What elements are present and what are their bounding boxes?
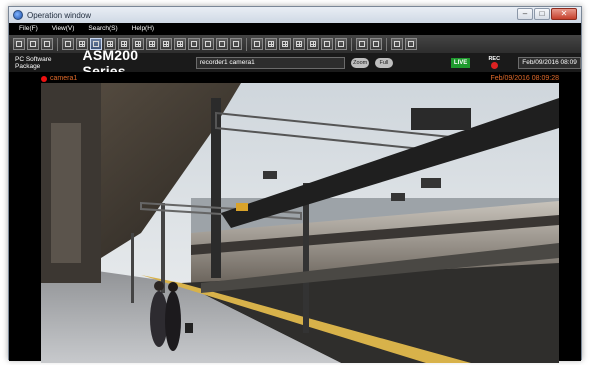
group-3-button[interactable] <box>293 38 305 50</box>
view-8-button[interactable] <box>188 38 200 50</box>
camera-feed[interactable] <box>41 83 559 363</box>
group-5-button[interactable] <box>321 38 333 50</box>
view-11-button[interactable] <box>230 38 242 50</box>
window-title: Operation window <box>27 10 92 20</box>
menu-file[interactable]: File(F) <box>19 25 38 32</box>
full-pill-button[interactable]: Full <box>375 57 393 68</box>
toolbar-separator <box>351 37 352 51</box>
rec-dot-icon <box>490 62 498 69</box>
title-bar: Operation window – □ ✕ <box>9 7 581 23</box>
alarm-button[interactable] <box>405 38 417 50</box>
view-10-button[interactable] <box>216 38 228 50</box>
menu-view[interactable]: View(V) <box>52 25 75 32</box>
menu-help[interactable]: Help(H) <box>132 25 154 32</box>
live-indicator: LIVE <box>450 57 471 68</box>
camera-timestamp: Feb/09/2016 08:09:28 <box>490 75 559 82</box>
datetime-display: Feb/09/2016 08:09 <box>518 56 582 69</box>
group-4-button[interactable] <box>307 38 319 50</box>
sequence-button[interactable] <box>251 38 263 50</box>
app-icon <box>13 10 23 20</box>
close-button[interactable]: ✕ <box>551 8 577 20</box>
fullscreen-button[interactable] <box>356 38 368 50</box>
toolbar-separator <box>386 37 387 51</box>
screen-2-button[interactable] <box>27 38 39 50</box>
camera-select-field[interactable]: recorder1 camera1 <box>195 56 346 69</box>
status-bar: PC Software Package ASM200 Series record… <box>9 47 582 79</box>
toolbar-separator <box>57 37 58 51</box>
camera-name: camera1 <box>50 75 78 82</box>
group-2-button[interactable] <box>279 38 291 50</box>
snapshot-button[interactable] <box>370 38 382 50</box>
operation-window: Operation window – □ ✕ File(F) View(V) S… <box>8 6 582 363</box>
window-controls: – □ ✕ <box>517 8 577 20</box>
camera-osd: camera1 Feb/09/2016 08:09:28 <box>41 74 559 83</box>
minimize-button[interactable]: – <box>517 8 533 20</box>
toolbar-separator <box>246 37 247 51</box>
maximize-button[interactable]: □ <box>534 8 550 20</box>
zoom-pill-button[interactable]: Zoom <box>351 57 370 68</box>
settings-button[interactable] <box>391 38 403 50</box>
rec-indicator: REC <box>488 56 500 69</box>
group-6-button[interactable] <box>335 38 347 50</box>
video-area: camera1 Feb/09/2016 08:09:28 <box>9 72 581 363</box>
view-9-button[interactable] <box>202 38 214 50</box>
menu-search[interactable]: Search(S) <box>88 25 117 32</box>
package-label: PC Software Package <box>15 55 52 70</box>
camera-feed-image <box>41 83 559 363</box>
screen-1-button[interactable] <box>13 38 25 50</box>
group-button[interactable] <box>265 38 277 50</box>
rec-status-icon <box>41 75 47 82</box>
screen-3-button[interactable] <box>41 38 53 50</box>
menu-bar: File(F) View(V) Search(S) Help(H) <box>9 23 581 34</box>
folder-button[interactable] <box>62 38 74 50</box>
